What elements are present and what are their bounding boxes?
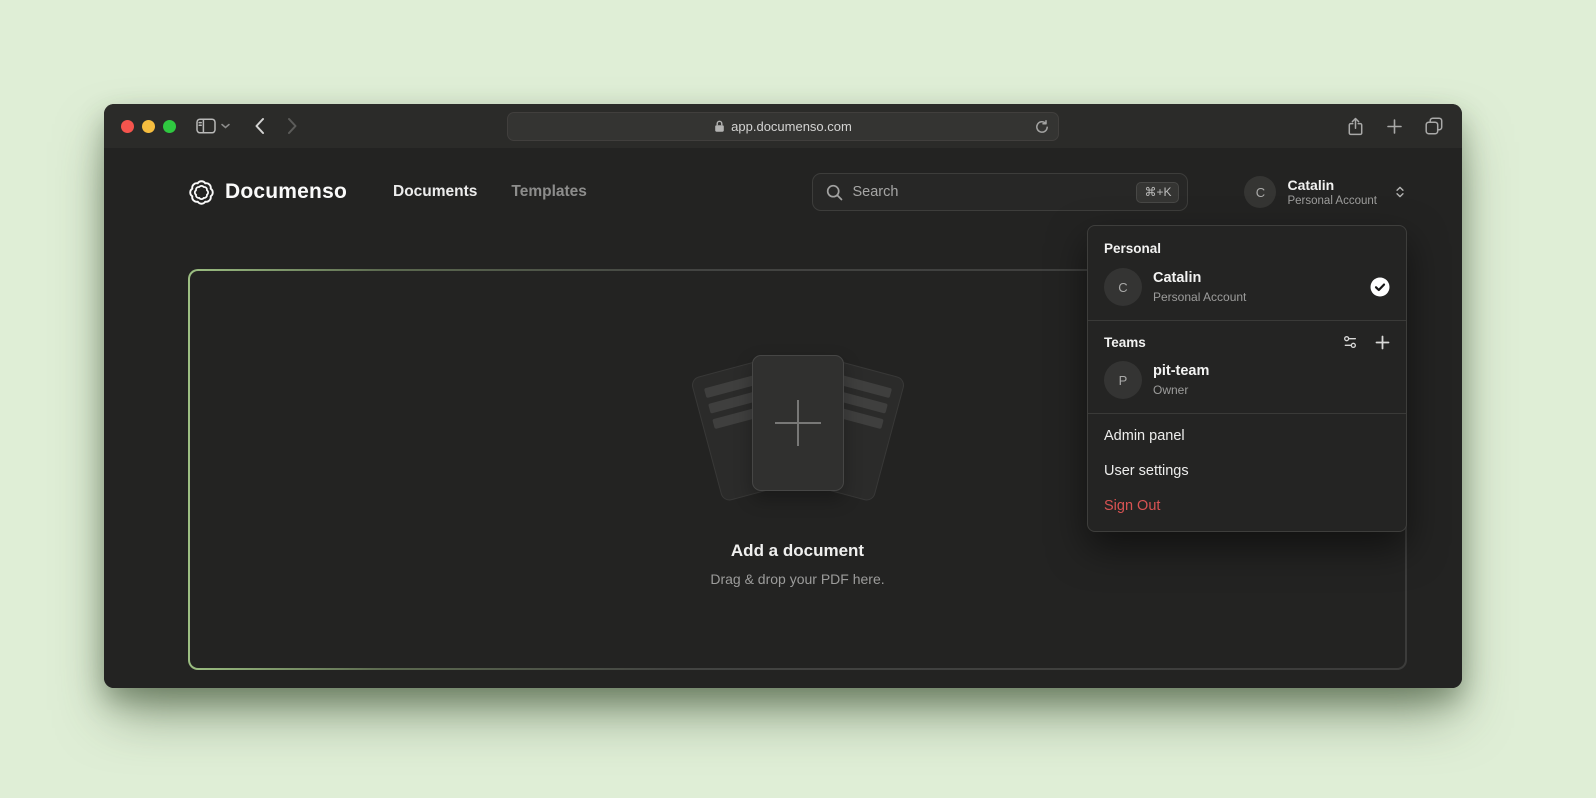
app-header: Documenso Documents Templates ⌘+K [188,170,1407,214]
documenso-logo-icon [188,179,215,206]
new-tab-icon[interactable] [1387,119,1402,134]
team-name: pit-team [1153,363,1209,380]
minimize-window-button[interactable] [142,120,155,133]
nav-templates[interactable]: Templates [511,183,587,201]
account-subtitle: Personal Account [1153,290,1246,304]
teams-section-label: Teams [1104,335,1146,350]
main-nav: Documents Templates [393,183,587,201]
account-dropdown-menu: Personal C Catalin Personal Account Team… [1087,225,1407,532]
divider [1088,320,1406,321]
back-button[interactable] [254,117,265,135]
menu-item-admin-panel[interactable]: Admin panel [1088,419,1406,454]
add-team-icon[interactable] [1375,335,1390,350]
selected-check-icon [1370,277,1390,297]
account-name: Catalin [1153,270,1246,287]
zoom-window-button[interactable] [163,120,176,133]
chevron-down-icon [221,123,230,129]
browser-toolbar: app.documenso.com [104,104,1462,148]
team-role: Owner [1153,383,1209,397]
avatar: C [1104,268,1142,306]
reload-icon[interactable] [1035,119,1049,134]
documents-illustration [673,353,923,521]
account-menu-trigger[interactable]: C Catalin Personal Account [1244,176,1407,208]
toolbar-left-controls [196,104,298,148]
browser-window: app.documenso.com [104,104,1462,688]
team-avatar: P [1104,361,1142,399]
sidebar-icon [196,118,216,134]
url-text: app.documenso.com [731,119,852,134]
search-icon [826,184,843,201]
account-name: Catalin [1287,177,1377,194]
chevrons-up-down-icon [1393,185,1407,199]
brand[interactable]: Documenso [188,179,347,206]
menu-item-sign-out[interactable]: Sign Out [1088,489,1406,524]
menu-item-user-settings[interactable]: User settings [1088,454,1406,489]
personal-account-item[interactable]: C Catalin Personal Account [1088,261,1406,315]
search-input[interactable] [852,184,1127,200]
desktop: app.documenso.com [0,0,1596,798]
history-nav [254,117,298,135]
team-item[interactable]: P pit-team Owner [1088,354,1406,408]
personal-section-label: Personal [1088,231,1406,261]
account-subtitle: Personal Account [1287,195,1377,207]
lock-icon [714,120,725,133]
toolbar-right-controls [1347,104,1443,148]
forward-button[interactable] [287,117,298,135]
teams-section-header: Teams [1088,326,1406,354]
app-page: Documenso Documents Templates ⌘+K [104,148,1462,688]
sidebar-toggle-button[interactable] [196,118,230,134]
search-bar[interactable]: ⌘+K [812,173,1188,211]
search-shortcut-badge: ⌘+K [1136,182,1179,203]
dropzone-title: Add a document [731,541,864,561]
add-document-card-plus-icon [752,355,844,491]
avatar: C [1244,176,1276,208]
traffic-lights [121,104,176,148]
brand-name: Documenso [225,180,347,204]
divider [1088,413,1406,414]
nav-documents[interactable]: Documents [393,183,477,201]
close-window-button[interactable] [121,120,134,133]
address-bar[interactable]: app.documenso.com [507,112,1059,141]
share-icon[interactable] [1347,117,1364,136]
tab-overview-icon[interactable] [1425,117,1443,135]
manage-teams-icon[interactable] [1342,334,1358,350]
dropzone-subtitle: Drag & drop your PDF here. [710,571,884,587]
